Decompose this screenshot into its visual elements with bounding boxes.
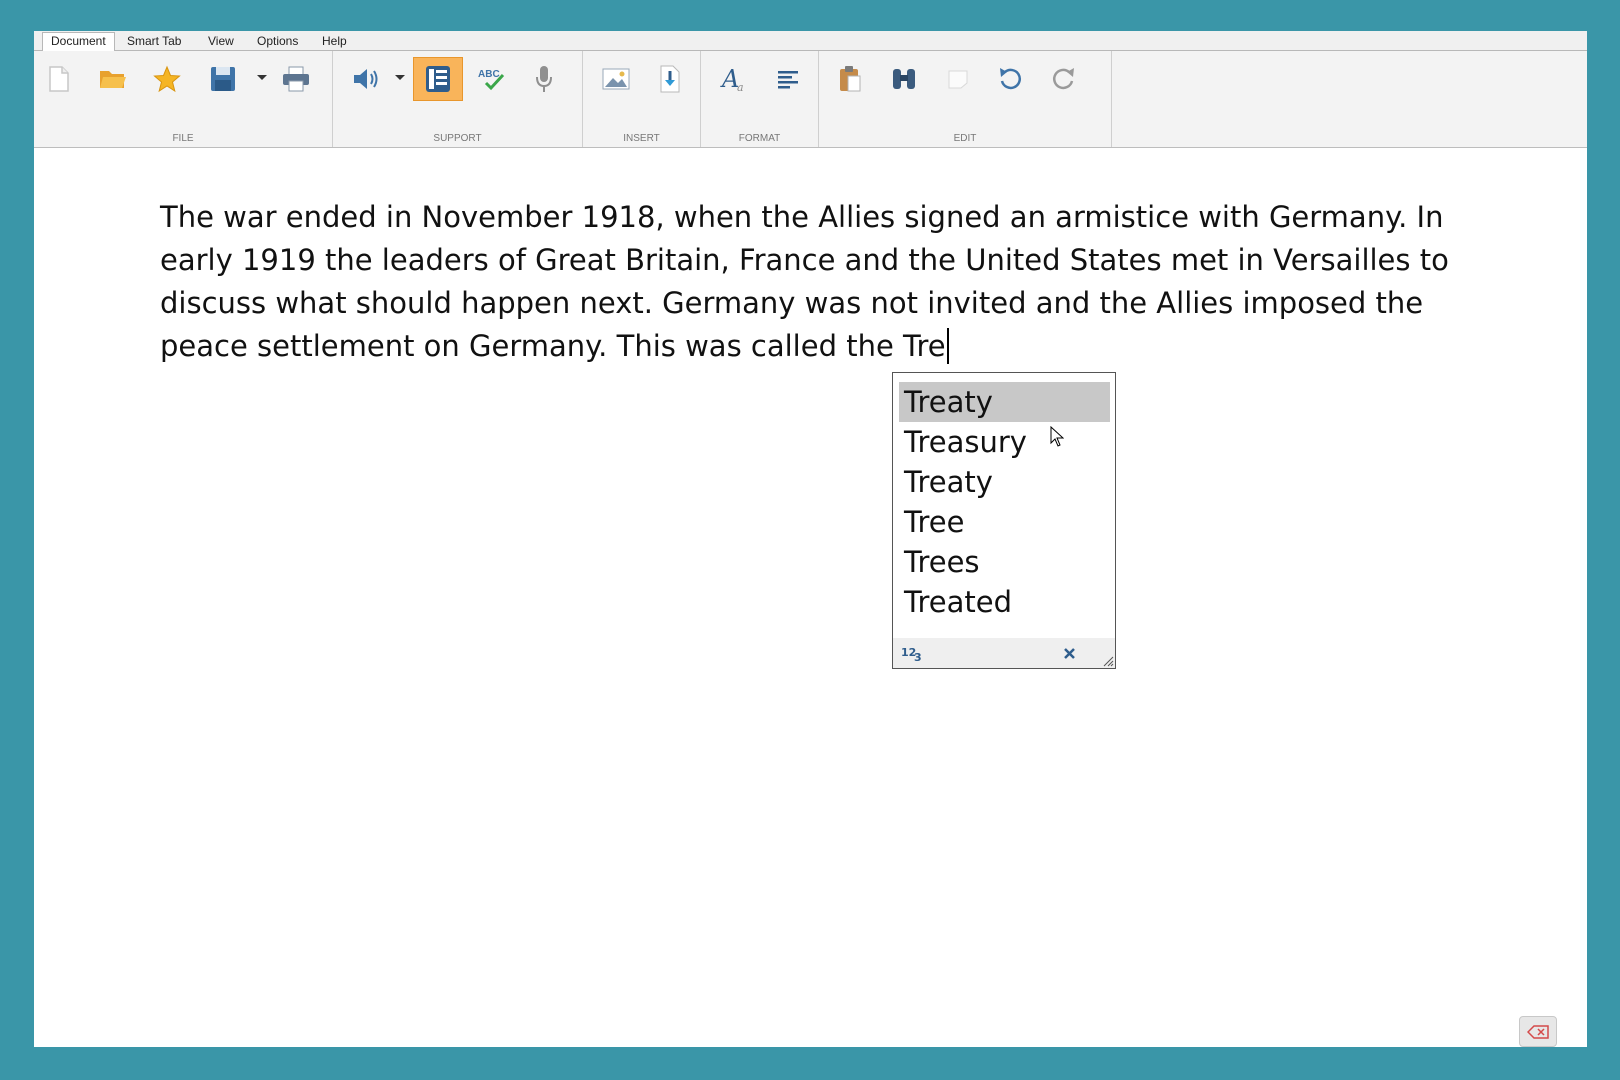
align-button[interactable] xyxy=(763,57,813,101)
file-group-label: FILE xyxy=(172,133,194,144)
suggestion-item[interactable]: Treasury xyxy=(899,422,1110,462)
suggestion-item[interactable]: Treaty xyxy=(899,382,1110,422)
favorites-button[interactable] xyxy=(142,57,192,101)
spellcheck-icon: ABC xyxy=(478,69,505,91)
insert-group-label: INSERT xyxy=(623,133,660,144)
popup-footer: 12 3 xyxy=(893,638,1115,668)
print-icon xyxy=(283,66,309,92)
suggestion-item[interactable]: Treated xyxy=(899,582,1110,622)
svg-text:3: 3 xyxy=(914,651,922,663)
paste-icon xyxy=(840,66,861,92)
document-text: The war ended in November 1918, when the… xyxy=(160,200,1449,363)
svg-text:a: a xyxy=(737,81,744,93)
speaker-icon xyxy=(354,69,378,89)
word-prediction-popup: Treaty Treasury Treaty Tree Trees Treate… xyxy=(892,372,1116,669)
document-text-area[interactable]: The war ended in November 1918, when the… xyxy=(160,196,1450,368)
backspace-button[interactable] xyxy=(1519,1016,1557,1047)
format-group: A a FORMAT xyxy=(701,51,819,147)
tab-smart-tab[interactable]: Smart Tab xyxy=(119,33,189,50)
dictation-button[interactable] xyxy=(519,57,569,101)
suggestion-item[interactable]: Tree xyxy=(899,502,1110,542)
find-binoculars-icon xyxy=(893,69,915,89)
redo-icon xyxy=(1053,68,1074,90)
microphone-icon xyxy=(536,66,552,92)
insert-file-icon xyxy=(660,65,680,93)
insert-group: INSERT xyxy=(583,51,701,147)
align-left-icon xyxy=(778,71,798,89)
redo-button[interactable] xyxy=(1039,57,1089,101)
speak-dropdown-arrow[interactable] xyxy=(395,75,405,80)
undo-button[interactable] xyxy=(985,57,1035,101)
insert-file-button[interactable] xyxy=(645,57,695,101)
support-group-label: SUPPORT xyxy=(433,133,482,144)
save-button[interactable] xyxy=(198,57,248,101)
tab-document[interactable]: Document xyxy=(42,32,115,51)
new-document-icon xyxy=(49,66,69,92)
file-group: FILE xyxy=(34,51,333,147)
resize-grip-icon[interactable] xyxy=(1103,656,1114,667)
clear-button[interactable] xyxy=(933,57,983,101)
tab-help[interactable]: Help xyxy=(314,33,355,50)
ribbon-toolbar: FILE ABC SUPPORT INSERT A a FORMAT EDIT xyxy=(34,51,1587,148)
open-folder-button[interactable] xyxy=(88,57,138,101)
numbers-icon[interactable]: 12 3 xyxy=(901,643,927,663)
word-prediction-icon xyxy=(426,66,450,92)
format-group-label: FORMAT xyxy=(738,133,781,144)
save-icon xyxy=(211,67,235,91)
svg-text:ABC: ABC xyxy=(478,69,500,80)
editor-window: Document Smart Tab View Options Help FIL… xyxy=(34,31,1587,1047)
backspace-icon xyxy=(1527,1024,1549,1039)
undo-icon xyxy=(1000,68,1021,90)
close-icon[interactable] xyxy=(1063,647,1076,660)
text-style-button[interactable]: A a xyxy=(709,57,759,101)
text-style-icon: A a xyxy=(720,65,744,93)
paste-button[interactable] xyxy=(825,57,875,101)
find-button[interactable] xyxy=(879,57,929,101)
spellcheck-button[interactable]: ABC xyxy=(467,57,517,101)
new-document-button[interactable] xyxy=(34,57,84,101)
speak-button[interactable] xyxy=(341,57,391,101)
insert-image-button[interactable] xyxy=(591,57,641,101)
save-dropdown-arrow[interactable] xyxy=(257,75,267,80)
menu-bar: Document Smart Tab View Options Help xyxy=(34,31,1587,51)
suggestion-item[interactable]: Trees xyxy=(899,542,1110,582)
edit-group: EDIT xyxy=(819,51,1112,147)
tab-options[interactable]: Options xyxy=(249,33,306,50)
text-caret xyxy=(946,328,949,364)
support-group: ABC SUPPORT xyxy=(333,51,583,147)
print-button[interactable] xyxy=(271,57,321,101)
suggestion-item[interactable]: Treaty xyxy=(899,462,1110,502)
clear-icon xyxy=(948,70,968,89)
word-prediction-button[interactable] xyxy=(413,57,463,101)
favorites-star-icon xyxy=(153,65,181,93)
insert-image-icon xyxy=(602,68,630,90)
mouse-pointer-icon xyxy=(1050,426,1064,447)
tab-view[interactable]: View xyxy=(200,33,242,50)
open-folder-icon xyxy=(100,71,126,88)
edit-group-label: EDIT xyxy=(953,133,977,144)
